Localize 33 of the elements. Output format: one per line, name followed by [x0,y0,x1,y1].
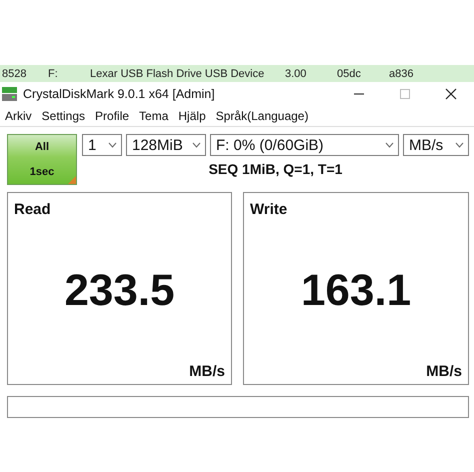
unit-label: MB/s [189,363,225,380]
menu-item[interactable]: Hjälp [173,109,211,123]
panel-title: Write [250,201,288,218]
menu-item[interactable]: Profile [90,109,134,123]
window-title: CrystalDiskMark 9.0.1 x64 [Admin] [23,87,216,101]
close-icon [445,88,457,100]
dropdown[interactable]: 128MiB [126,134,206,156]
caret-icon [108,142,117,148]
disk-icon [2,87,17,101]
test-label: SEQ 1MiB, Q=1, T=1 [208,161,344,177]
maximize-icon [399,88,411,100]
menu-item[interactable]: Arkiv [0,109,37,123]
menu-item[interactable]: Språk(Language) [210,109,314,123]
dropdown[interactable]: F: 0% (0/60GiB) [210,134,399,156]
table-cell-text: Lexar USB Flash Drive USB Device [89,68,266,80]
caret-icon [192,142,201,148]
unit-label: MB/s [426,363,462,380]
caret-icon [455,142,464,148]
panel-title: Read [14,201,51,218]
caret-icon [385,142,394,148]
menu-item[interactable]: Settings [36,109,90,123]
table-cell-text: 05dc [336,68,362,80]
table-cell-text: a836 [388,68,414,80]
speed-value: 233.5 [64,266,175,316]
table-cell-text: F: [47,68,59,80]
table-cell-text: 3.00 [284,68,308,80]
table-cell-text: 8528 [1,68,28,80]
all-button[interactable]: All 1sec [7,134,77,185]
menu-item[interactable]: Tema [134,109,174,123]
corner-triangle-icon [68,176,76,184]
speed-value: 163.1 [300,266,412,316]
dropdown[interactable]: MB/s [403,134,469,156]
dropdown[interactable]: 1 [82,134,122,156]
